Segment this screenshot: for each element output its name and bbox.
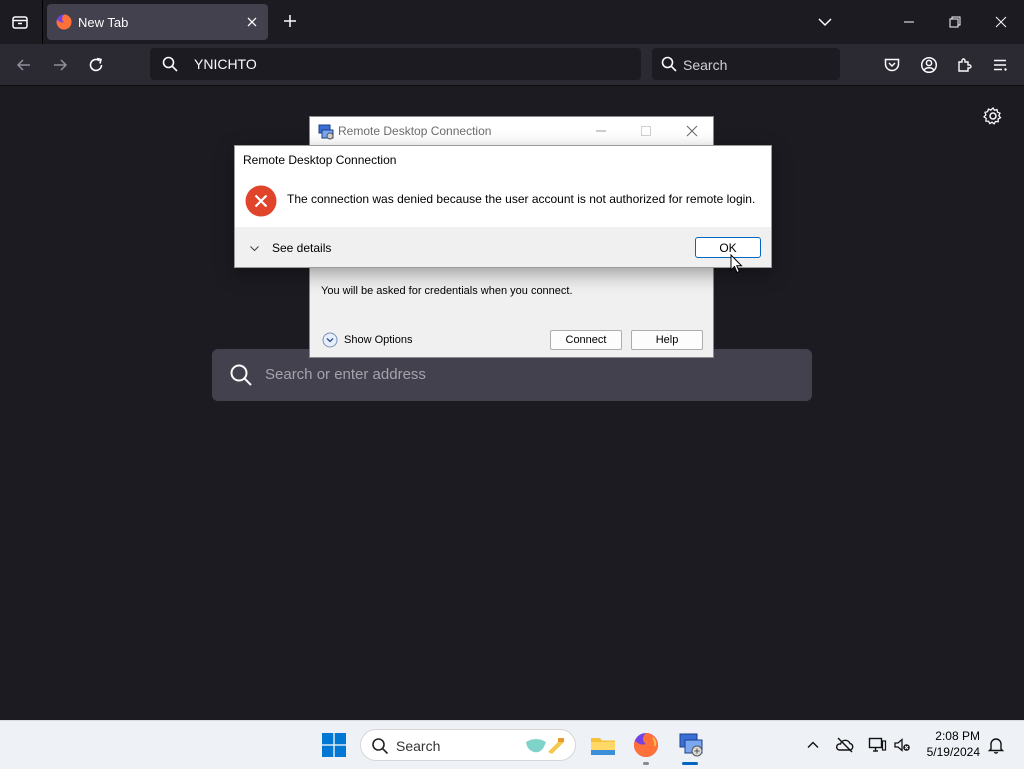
volume-muted-icon[interactable] bbox=[892, 735, 912, 755]
tab-separator bbox=[42, 0, 43, 44]
search-icon bbox=[230, 364, 252, 386]
file-explorer-icon[interactable] bbox=[589, 731, 617, 759]
error-message: The connection was denied because the us… bbox=[287, 192, 756, 206]
onedrive-offline-icon[interactable] bbox=[835, 735, 855, 755]
arrow-right-icon bbox=[54, 59, 68, 71]
window-close-icon[interactable] bbox=[990, 11, 1012, 33]
minimize-icon[interactable] bbox=[898, 11, 920, 33]
taskbar-search[interactable]: Search bbox=[360, 729, 576, 761]
windows-start-icon[interactable] bbox=[321, 732, 347, 758]
clock-date: 5/19/2024 bbox=[926, 745, 980, 759]
error-dialog: Remote Desktop Connection The connection… bbox=[234, 145, 772, 268]
tab-strip: New Tab bbox=[0, 0, 1024, 44]
tab-title: New Tab bbox=[78, 15, 129, 30]
display-icon[interactable] bbox=[867, 735, 887, 755]
firefox-icon bbox=[56, 14, 72, 30]
search-placeholder: Search bbox=[683, 57, 728, 73]
hamburger-icon bbox=[994, 59, 1007, 71]
account-icon bbox=[920, 56, 938, 74]
firefox-icon[interactable] bbox=[632, 731, 660, 759]
see-details-toggle[interactable]: See details bbox=[249, 241, 331, 255]
show-options-label: Show Options bbox=[344, 334, 413, 346]
error-icon bbox=[245, 185, 277, 217]
chevron-down-circle-icon bbox=[322, 332, 338, 348]
tab-list-icon bbox=[12, 16, 28, 29]
search-icon bbox=[162, 56, 178, 72]
taskbar-search-label: Search bbox=[396, 738, 441, 754]
gear-icon[interactable] bbox=[982, 105, 1004, 127]
pocket-button[interactable] bbox=[881, 54, 903, 76]
plus-icon bbox=[284, 15, 296, 27]
new-tab-button[interactable] bbox=[279, 10, 301, 32]
firefox-running-indicator bbox=[643, 762, 649, 765]
maximize-icon[interactable] bbox=[638, 123, 654, 139]
help-button[interactable]: Help bbox=[631, 330, 703, 350]
account-button[interactable] bbox=[918, 54, 940, 76]
remote-desktop-icon[interactable] bbox=[677, 731, 705, 759]
see-details-label: See details bbox=[272, 241, 332, 255]
rdc-window-title: Remote Desktop Connection bbox=[338, 124, 492, 138]
url-text[interactable]: YNICHTO bbox=[194, 56, 257, 72]
notification-bell-icon[interactable] bbox=[986, 735, 1006, 755]
show-options-toggle[interactable]: Show Options bbox=[322, 332, 412, 348]
error-dialog-title: Remote Desktop Connection bbox=[243, 153, 397, 167]
minimize-icon[interactable] bbox=[593, 123, 609, 139]
url-bar[interactable]: YNICHTO bbox=[150, 48, 641, 80]
tab-list-button[interactable] bbox=[6, 8, 34, 36]
clock-time: 2:08 PM bbox=[935, 729, 980, 743]
restore-icon[interactable] bbox=[944, 11, 966, 33]
menu-button[interactable] bbox=[989, 54, 1011, 76]
tab-close-button[interactable] bbox=[243, 13, 261, 31]
mouse-cursor-icon bbox=[730, 254, 743, 274]
search-icon bbox=[372, 738, 389, 755]
connect-button[interactable]: Connect bbox=[550, 330, 622, 350]
newtab-search-placeholder: Search or enter address bbox=[265, 366, 426, 383]
rdc-active-indicator bbox=[682, 762, 698, 765]
rdc-titlebar: Remote Desktop Connection bbox=[310, 117, 713, 145]
chevron-down-icon[interactable] bbox=[815, 12, 835, 32]
pocket-icon bbox=[884, 58, 900, 72]
system-clock[interactable]: 2:08 PM 5/19/2024 bbox=[918, 728, 980, 760]
close-icon[interactable] bbox=[684, 123, 700, 139]
forward-button[interactable] bbox=[49, 54, 71, 76]
chevron-up-icon[interactable] bbox=[803, 735, 823, 755]
reload-icon bbox=[89, 57, 103, 72]
search-highlight-icon bbox=[526, 738, 564, 754]
remote-desktop-icon bbox=[318, 124, 334, 140]
ok-button[interactable]: OK bbox=[695, 237, 761, 258]
puzzle-icon bbox=[958, 58, 972, 72]
search-bar[interactable]: Search bbox=[652, 48, 840, 80]
chevron-down-icon bbox=[250, 245, 259, 251]
close-icon bbox=[247, 17, 257, 27]
taskbar: Search 2:08 PM 5/19/2024 bbox=[0, 720, 1024, 769]
back-button[interactable] bbox=[13, 54, 35, 76]
search-icon bbox=[661, 56, 677, 72]
extensions-button[interactable] bbox=[954, 54, 976, 76]
reload-button[interactable] bbox=[85, 54, 107, 76]
tab-new-tab[interactable]: New Tab bbox=[47, 4, 268, 40]
error-dialog-footer: See details OK bbox=[235, 227, 771, 267]
arrow-left-icon bbox=[16, 59, 30, 71]
nav-toolbar: YNICHTO Search bbox=[0, 44, 1024, 86]
credentials-hint: You will be asked for credentials when y… bbox=[321, 285, 573, 297]
